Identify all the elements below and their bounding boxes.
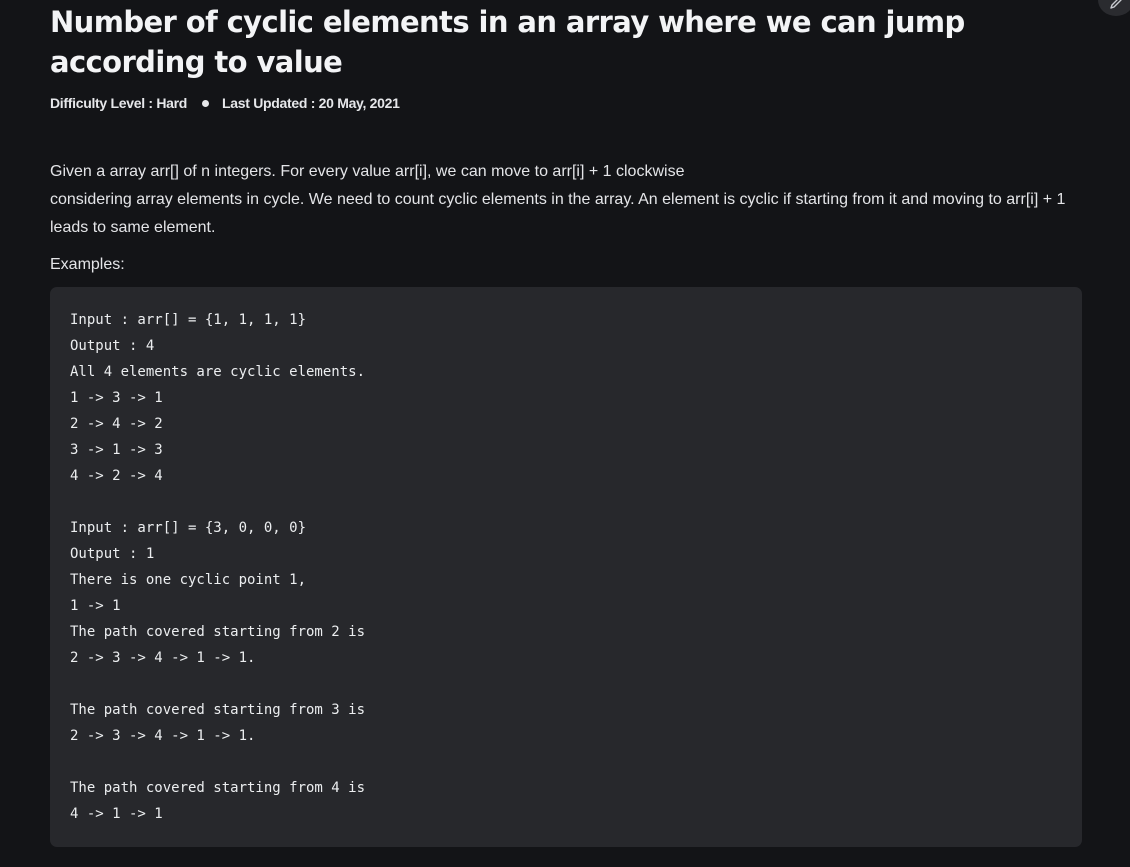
code-line: 2 -> 3 -> 4 -> 1 -> 1. xyxy=(70,728,256,744)
code-line: 2 -> 4 -> 2 xyxy=(70,416,163,432)
difficulty-level: Difficulty Level : Hard xyxy=(50,95,188,111)
code-line: 1 -> 3 -> 1 xyxy=(70,390,163,406)
edit-article-button[interactable] xyxy=(1098,0,1130,16)
code-line: 2 -> 3 -> 4 -> 1 -> 1. xyxy=(70,650,256,666)
code-line: Output : 1 xyxy=(70,546,155,562)
last-updated: Last Updated : 20 May, 2021 xyxy=(222,95,400,111)
code-line: Output : 4 xyxy=(70,338,155,354)
code-line: 4 -> 1 -> 1 xyxy=(70,806,163,822)
code-line: There is one cyclic point 1, xyxy=(70,572,307,588)
description-line-2: considering array elements in cycle. We … xyxy=(50,191,1066,236)
article-meta: Difficulty Level : Hard Last Updated : 2… xyxy=(50,95,400,111)
code-line: The path covered starting from 4 is xyxy=(70,780,366,796)
code-line: Input : arr[] = {3, 0, 0, 0} xyxy=(70,520,307,536)
code-block: Input : arr[] = {1, 1, 1, 1} Output : 4 Al… xyxy=(50,287,1082,847)
code-line: The path covered starting from 2 is xyxy=(70,624,366,640)
code-line: Input : arr[] = {1, 1, 1, 1} xyxy=(70,312,307,328)
code-line: The path covered starting from 3 is xyxy=(70,702,366,718)
article-title: Number of cyclic elements in an array wh… xyxy=(50,5,965,79)
separator-dot xyxy=(202,99,210,107)
code-line: 3 -> 1 -> 3 xyxy=(70,442,163,458)
problem-description: Given a array arr[] of n integers. For e… xyxy=(50,158,1090,242)
code-line: 1 -> 1 xyxy=(70,598,121,614)
description-line-1: Given a array arr[] of n integers. For e… xyxy=(50,163,685,180)
pencil-icon xyxy=(1109,0,1123,10)
examples-label: Examples: xyxy=(50,256,125,273)
code-line: All 4 elements are cyclic elements. xyxy=(70,364,366,380)
code-line: 4 -> 2 -> 4 xyxy=(70,468,163,484)
